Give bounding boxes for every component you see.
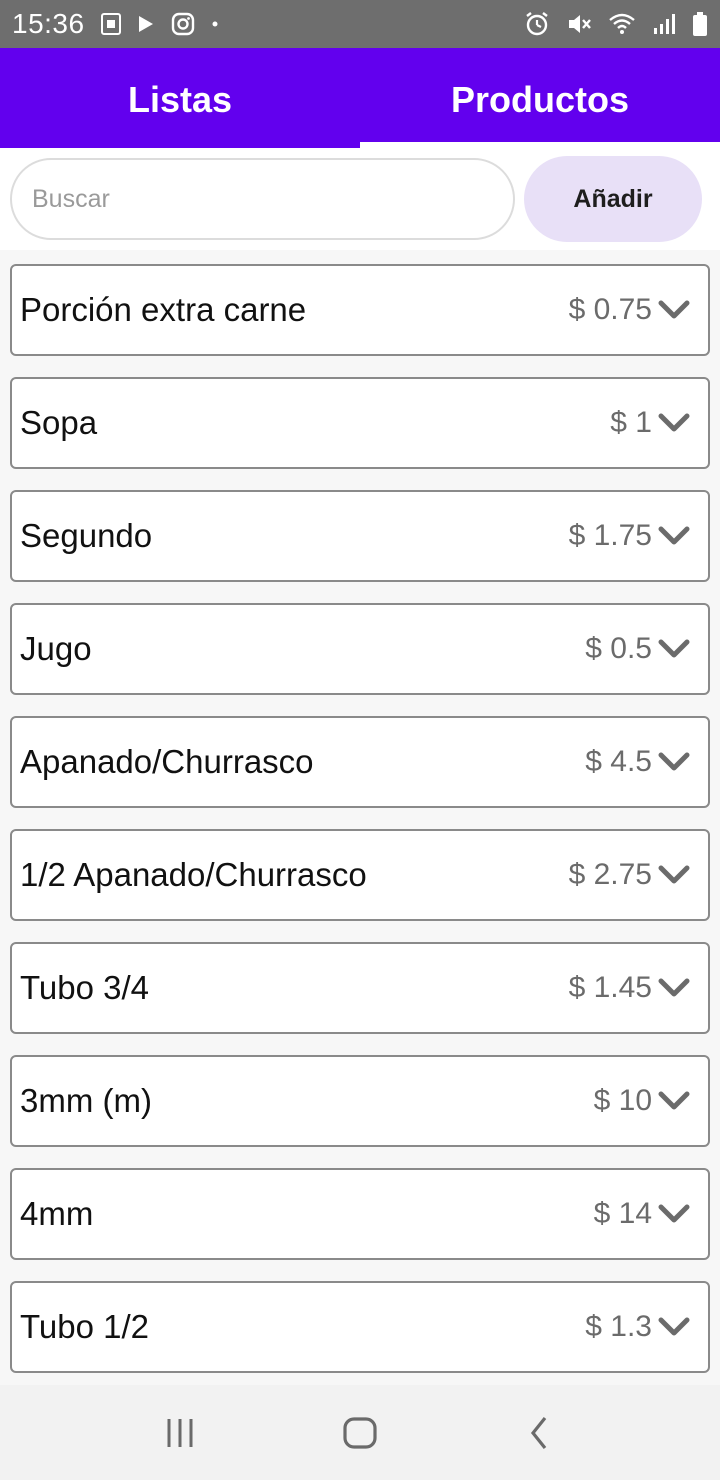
- product-name: Apanado/Churrasco: [20, 743, 314, 780]
- instagram-icon: [171, 12, 195, 36]
- tab-productos[interactable]: Productos: [360, 48, 720, 148]
- product-price: $ 4.5: [585, 745, 652, 778]
- product-name: Sopa: [20, 404, 98, 441]
- product-price: $ 14: [593, 1197, 652, 1230]
- product-list-item[interactable]: Sopa $ 1: [10, 377, 710, 469]
- status-left: 15:36: [12, 8, 219, 40]
- chevron-down-icon[interactable]: [658, 978, 690, 998]
- search-input[interactable]: [10, 158, 515, 240]
- product-name: Porción extra carne: [20, 291, 307, 328]
- product-list-item[interactable]: Jugo $ 0.5: [10, 603, 710, 695]
- product-price: $ 1.45: [568, 971, 652, 1004]
- back-icon[interactable]: [510, 1403, 570, 1463]
- battery-icon: [692, 11, 708, 37]
- product-list-item[interactable]: 4mm $ 14: [10, 1168, 710, 1260]
- product-price: $ 2.75: [568, 858, 652, 891]
- sim-icon: [100, 13, 121, 35]
- product-price: $ 0.75: [568, 293, 652, 326]
- chevron-down-icon[interactable]: [658, 639, 690, 659]
- product-price: $ 1.3: [585, 1310, 652, 1343]
- chevron-down-icon[interactable]: [658, 1091, 690, 1111]
- product-list-item[interactable]: 1/2 Apanado/Churrasco $ 2.75: [10, 829, 710, 921]
- product-list-item[interactable]: Segundo $ 1.75: [10, 490, 710, 582]
- product-list[interactable]: Porción extra carne $ 0.75 Sopa $ 1 Segundo $…: [0, 250, 720, 1385]
- product-name: Segundo: [20, 517, 153, 554]
- status-right: [524, 11, 708, 37]
- recent-apps-icon[interactable]: [150, 1403, 210, 1463]
- chevron-down-icon[interactable]: [658, 1317, 690, 1337]
- product-name: Tubo 1/2: [20, 1308, 150, 1345]
- product-price: $ 10: [593, 1084, 652, 1117]
- product-name: 1/2 Apanado/Churrasco: [20, 856, 367, 893]
- product-list-item[interactable]: 3mm (m) $ 10: [10, 1055, 710, 1147]
- product-list-item[interactable]: Tubo 3/4 $ 1.45: [10, 942, 710, 1034]
- chevron-down-icon[interactable]: [658, 1204, 690, 1224]
- product-price: $ 1.75: [568, 519, 652, 552]
- navigation-bar: [0, 1385, 720, 1480]
- mute-icon: [566, 11, 592, 37]
- product-list-item[interactable]: Apanado/Churrasco $ 4.5: [10, 716, 710, 808]
- wifi-icon: [608, 12, 636, 36]
- signal-icon: [652, 12, 676, 36]
- chevron-down-icon[interactable]: [658, 526, 690, 546]
- tab-listas-label: Listas: [127, 79, 233, 120]
- product-name: 4mm: [20, 1195, 94, 1232]
- chevron-down-icon[interactable]: [658, 752, 690, 772]
- tab-listas[interactable]: Listas: [0, 48, 360, 148]
- product-price: $ 1: [610, 406, 652, 439]
- play-icon: [137, 14, 155, 34]
- product-name: 3mm (m): [20, 1082, 152, 1119]
- alarm-icon: [524, 11, 550, 37]
- status-time: 15:36: [12, 8, 85, 39]
- product-list-item[interactable]: Tubo 1/2 $ 1.3: [10, 1281, 710, 1373]
- product-name: Jugo: [20, 630, 92, 667]
- product-price: $ 0.5: [585, 632, 652, 665]
- search-row: Añadir: [0, 148, 720, 250]
- dot-icon: [211, 20, 219, 28]
- chevron-down-icon[interactable]: [658, 865, 690, 885]
- chevron-down-icon[interactable]: [658, 413, 690, 433]
- product-list-item[interactable]: Porción extra carne $ 0.75: [10, 264, 710, 356]
- home-icon[interactable]: [330, 1403, 390, 1463]
- product-name: Tubo 3/4: [20, 969, 150, 1006]
- chevron-down-icon[interactable]: [658, 300, 690, 320]
- status-bar: 15:36: [0, 0, 720, 48]
- add-button[interactable]: Añadir: [524, 156, 702, 242]
- tab-bar: Listas Productos: [0, 48, 720, 148]
- tab-productos-label: Productos: [450, 79, 629, 120]
